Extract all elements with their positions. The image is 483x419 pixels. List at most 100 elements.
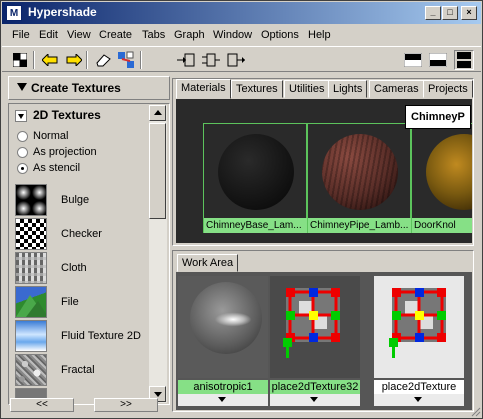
section-2d-textures[interactable]: 2D Textures [15, 108, 150, 124]
tab-utilities[interactable]: Utilities [284, 80, 330, 98]
material-ball [426, 134, 472, 210]
layout-top-icon[interactable] [403, 50, 423, 70]
texture-item-checker[interactable]: Checker [15, 218, 153, 250]
place2d-node-icon [374, 276, 464, 378]
create-textures-header[interactable]: Create Textures [8, 76, 170, 100]
material-swatch[interactable]: ChimneyPipe_Lamb... [307, 123, 412, 233]
node-swatch [178, 276, 268, 378]
toolbar-separator [86, 51, 88, 69]
texture-label: Cloth [61, 262, 87, 274]
tabs-panel: Materials Textures Utilities Lights Came… [172, 78, 474, 246]
scroll-up-button[interactable] [149, 105, 166, 121]
material-swatch[interactable]: DoorKnol [411, 123, 472, 233]
radio-normal[interactable]: Normal [17, 130, 147, 144]
texture-label: File [61, 296, 79, 308]
input-connection-icon[interactable] [176, 50, 196, 70]
create-panel: Create Textures 2D Textures Normal As pr… [8, 76, 170, 413]
material-swatch[interactable]: ChimneyBase_Lam... [203, 123, 308, 233]
menu-options[interactable]: Options [261, 29, 299, 41]
tab-projects[interactable]: Projects [423, 80, 473, 98]
texture-list: 2D Textures Normal As projection As sten… [8, 103, 170, 405]
node-port-bar[interactable] [178, 394, 268, 406]
title-bar[interactable]: M Hypershade _ □ × [2, 2, 481, 24]
material-ball [190, 282, 262, 354]
swatch-label: DoorKnol [412, 218, 472, 233]
hypershade-window: M Hypershade _ □ × File Edit View Create… [0, 0, 483, 419]
nav-next-button[interactable]: >> [94, 398, 158, 412]
radio-dot[interactable] [17, 131, 28, 142]
tab-textures[interactable]: Textures [231, 80, 283, 98]
minimize-button[interactable]: _ [425, 6, 441, 20]
texture-label: Fractal [61, 364, 95, 376]
checker-icon[interactable] [10, 50, 30, 70]
texture-label: Bulge [61, 194, 90, 206]
tab-lights[interactable]: Lights [328, 80, 368, 98]
material-ball [322, 134, 398, 210]
close-button[interactable]: × [461, 6, 477, 20]
layout-split-icon[interactable] [454, 50, 474, 70]
swatch-tooltip: ChimneyP [405, 105, 471, 129]
node-label: place2dTexture [374, 380, 464, 394]
fractal-texture-icon [15, 354, 47, 386]
texture-item-fractal[interactable]: Fractal [15, 354, 153, 386]
menu-tabs[interactable]: Tabs [142, 29, 165, 41]
texture-label: Fluid Texture 2D [61, 330, 141, 342]
input-output-icon[interactable] [201, 50, 221, 70]
graph-network-icon[interactable] [116, 50, 136, 70]
radio-dot-selected[interactable] [17, 163, 28, 174]
toolbar [2, 46, 481, 72]
eraser-icon[interactable] [93, 50, 113, 70]
material-ball [218, 134, 294, 210]
tab-cameras[interactable]: Cameras [369, 80, 424, 98]
arrow-right-icon[interactable] [64, 50, 84, 70]
collapse-arrow-icon [17, 83, 27, 91]
arrow-left-icon[interactable] [40, 50, 60, 70]
menu-file[interactable]: File [12, 29, 30, 41]
tab-materials[interactable]: Materials [176, 79, 231, 99]
toolbar-separator [140, 51, 142, 69]
texture-item-fluid-2d[interactable]: Fluid Texture 2D [15, 320, 153, 352]
swatch-label: ChimneyBase_Lam... [204, 218, 308, 233]
section-label: 2D Textures [33, 108, 101, 122]
place2d-node-icon [270, 276, 360, 378]
node-port-bar[interactable] [374, 394, 464, 406]
radio-dot[interactable] [17, 147, 28, 158]
radio-label: As stencil [33, 162, 81, 174]
texture-item-cloth[interactable]: Cloth [15, 252, 153, 284]
cloth-texture-icon [15, 252, 47, 284]
menu-create[interactable]: Create [99, 29, 132, 41]
node-port-bar[interactable] [270, 394, 360, 406]
work-area-canvas[interactable]: anisotropic1 place2dTexture32 place2dTex… [176, 272, 472, 410]
maximize-button[interactable]: □ [442, 6, 458, 20]
texture-label: Checker [61, 228, 102, 240]
nav-prev-button[interactable]: << [10, 398, 74, 412]
menu-view[interactable]: View [67, 29, 91, 41]
menu-bar: File Edit View Create Tabs Graph Window … [2, 27, 481, 45]
layout-bottom-icon[interactable] [428, 50, 448, 70]
bulge-texture-icon [15, 184, 47, 216]
work-area-panel: Work Area anisotropic1 place2dTexture32 … [172, 250, 474, 412]
checker-texture-icon [15, 218, 47, 250]
tab-work-area[interactable]: Work Area [177, 254, 239, 272]
create-textures-label: Create Textures [31, 81, 121, 95]
maya-app-icon: M [6, 5, 22, 21]
texture-list-scrollbar[interactable] [149, 105, 167, 403]
texture-item-file[interactable]: File [15, 286, 153, 318]
menu-graph[interactable]: Graph [174, 29, 205, 41]
radio-as-stencil[interactable]: As stencil [17, 162, 147, 176]
menu-help[interactable]: Help [308, 29, 331, 41]
menu-edit[interactable]: Edit [39, 29, 58, 41]
file-texture-icon [15, 286, 47, 318]
radio-label: Normal [33, 130, 69, 142]
swatch-label: ChimneyPipe_Lamb... [308, 218, 412, 233]
section-toggle-icon[interactable] [15, 110, 27, 122]
resize-grip-icon[interactable] [469, 405, 481, 417]
radio-as-projection[interactable]: As projection [17, 146, 147, 160]
node-label: place2dTexture32 [270, 380, 360, 394]
fluid-texture-icon [15, 320, 47, 352]
output-connection-icon[interactable] [226, 50, 246, 70]
toolbar-separator [33, 51, 35, 69]
scroll-thumb[interactable] [149, 123, 166, 219]
texture-item-bulge[interactable]: Bulge [15, 184, 153, 216]
menu-window[interactable]: Window [213, 29, 252, 41]
